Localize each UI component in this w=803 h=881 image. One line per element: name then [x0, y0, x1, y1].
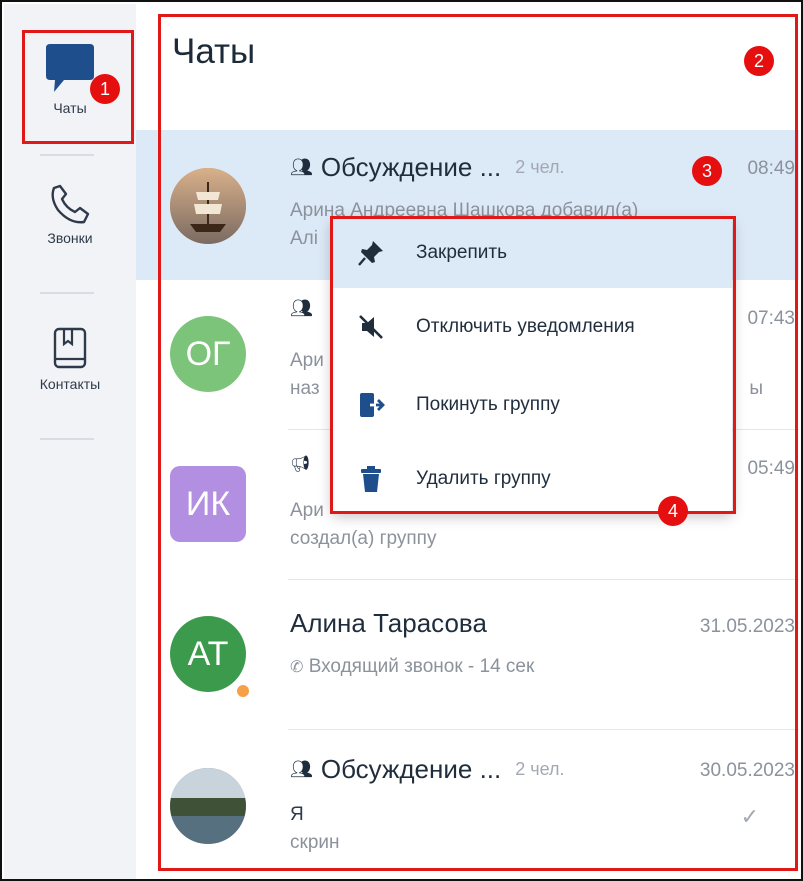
address-book-icon	[50, 326, 90, 372]
sidebar-divider	[40, 438, 94, 440]
sidebar-item-label: Звонки	[47, 230, 93, 246]
sidebar-divider	[40, 154, 94, 156]
screenshot-frame: Чаты Звонки Контакты Чаты 👥︎ Обсуждение …	[0, 0, 803, 881]
sidebar-item-label: Контакты	[39, 376, 101, 392]
sidebar-item-contacts[interactable]: Контакты	[4, 326, 136, 416]
sidebar-item-calls[interactable]: Звонки	[4, 182, 136, 272]
phone-icon	[48, 182, 92, 226]
annotation-badge-2: 2	[744, 46, 774, 76]
annotation-badge-1: 1	[90, 74, 120, 104]
annotation-box-4	[330, 216, 736, 514]
annotation-badge-3: 3	[692, 156, 722, 186]
annotation-badge-4: 4	[658, 496, 688, 526]
sidebar-divider	[40, 292, 94, 294]
